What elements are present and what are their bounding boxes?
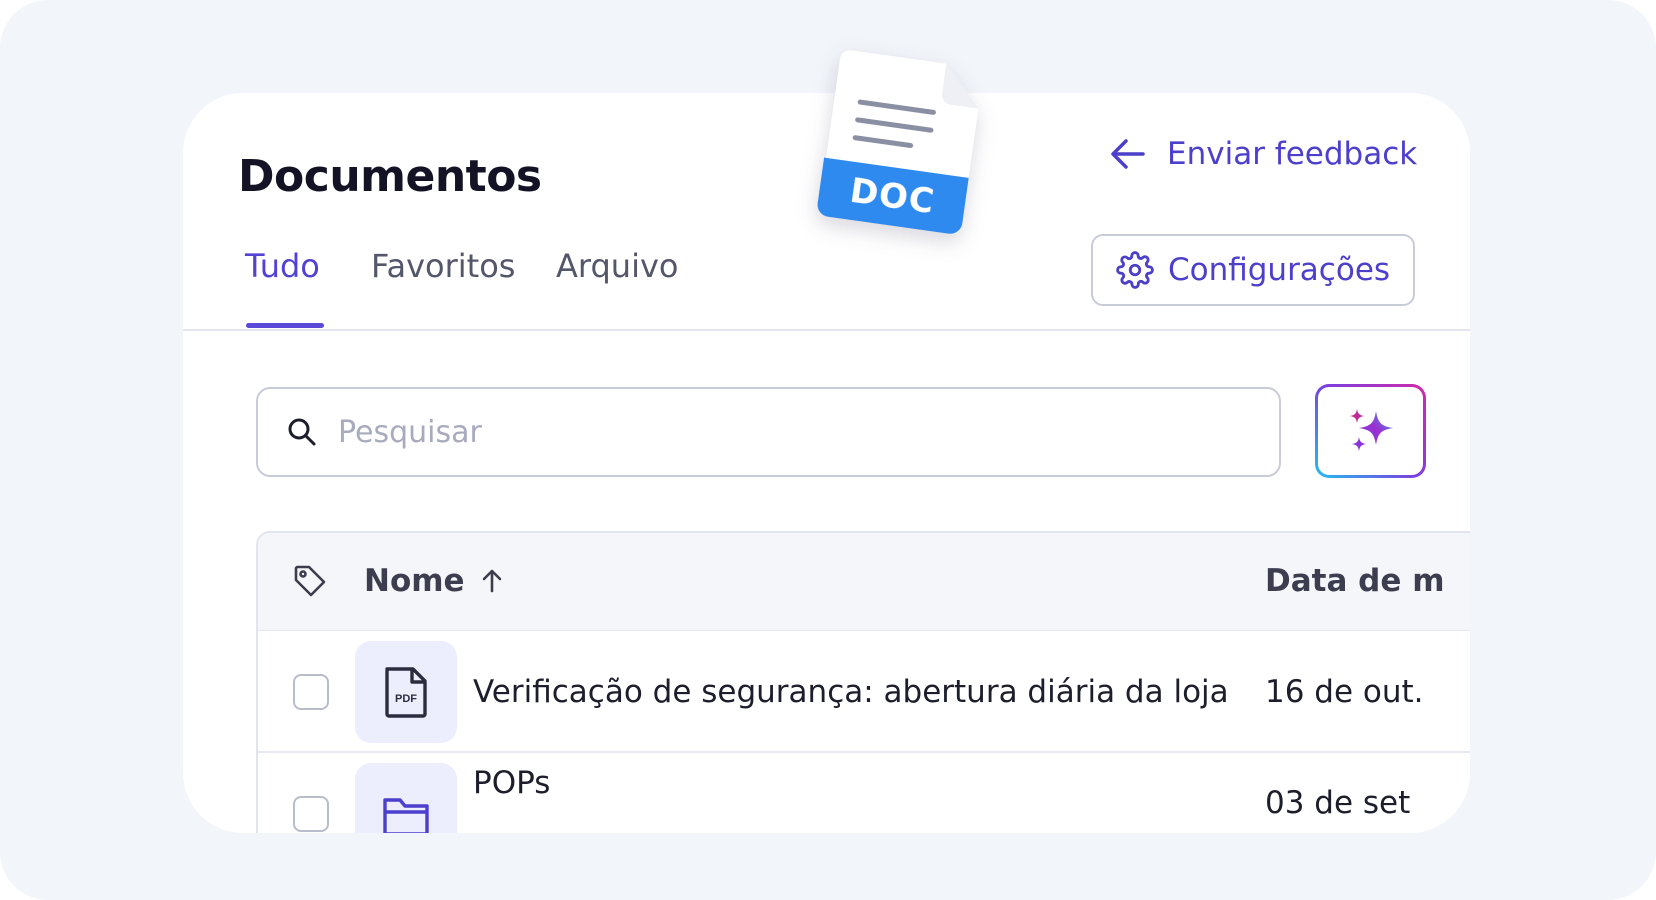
sort-ascending-icon [482, 569, 501, 593]
send-feedback-link[interactable]: Enviar feedback [1107, 133, 1417, 175]
table-header: Nome Data de m [258, 533, 1470, 631]
row-name[interactable]: POPs [473, 765, 550, 801]
tag-icon[interactable] [292, 563, 328, 599]
row-name[interactable]: Verificação de segurança: abertura diári… [473, 674, 1229, 710]
search-icon [288, 418, 316, 446]
file-icon-container: PDF [355, 641, 457, 743]
gear-icon [1116, 251, 1154, 289]
column-header-name[interactable]: Nome [364, 563, 505, 599]
tab-all[interactable]: Tudo [245, 247, 320, 285]
tab-archive[interactable]: Arquivo [556, 247, 678, 285]
documents-table: Nome Data de m PDF Verificação de segura… [256, 531, 1470, 833]
send-feedback-label: Enviar feedback [1167, 136, 1418, 172]
settings-button[interactable]: Configurações [1091, 234, 1415, 306]
row-checkbox[interactable] [293, 796, 329, 832]
table-row[interactable]: POPs 03 de set [258, 753, 1470, 833]
folder-icon-container [355, 763, 457, 833]
row-date: 16 de out. [1265, 674, 1424, 710]
arrow-left-icon [1111, 139, 1145, 169]
row-checkbox[interactable] [293, 674, 329, 710]
column-name-label: Nome [364, 563, 465, 599]
sparkles-icon [1349, 409, 1393, 451]
column-header-date[interactable]: Data de m [1265, 563, 1445, 599]
tab-favorites[interactable]: Favoritos [371, 247, 515, 285]
doc-file-illustration: DOC [814, 46, 986, 237]
table-row[interactable]: PDF Verificação de segurança: abertura d… [258, 631, 1470, 753]
svg-text:PDF: PDF [395, 693, 417, 705]
folder-icon [383, 798, 429, 833]
pdf-file-icon: PDF [385, 667, 427, 718]
search-input[interactable] [338, 414, 1198, 450]
ai-button-inner [1318, 387, 1423, 475]
active-tab-indicator [246, 323, 324, 328]
page-title: Documentos [238, 151, 542, 202]
settings-label: Configurações [1167, 252, 1391, 288]
ai-assistant-button[interactable] [1315, 384, 1426, 478]
search-field[interactable] [256, 387, 1281, 477]
row-date: 03 de set [1265, 785, 1411, 821]
page-background: Documentos Enviar feedback Tudo Favorito… [0, 0, 1656, 900]
